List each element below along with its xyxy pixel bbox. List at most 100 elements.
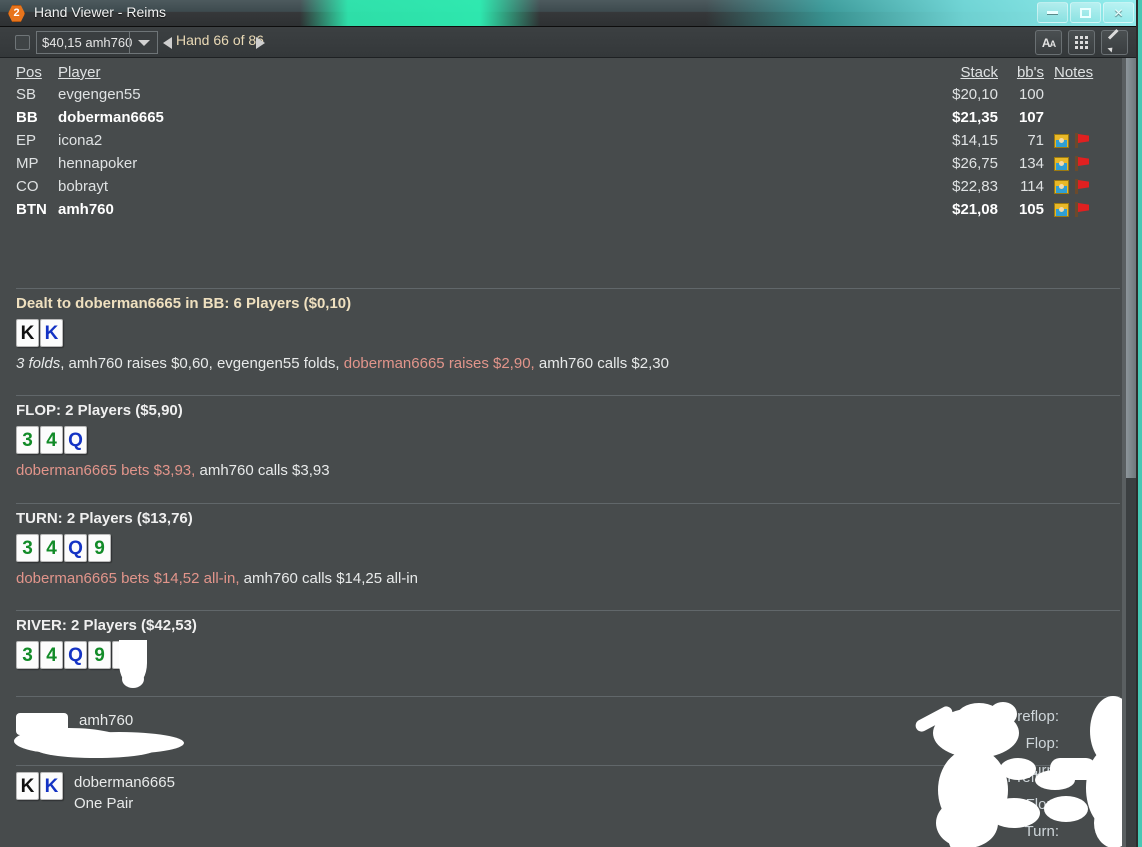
card: 4 bbox=[40, 641, 63, 669]
preflop-action-mid: , amh760 raises $0,60, evgengen55 folds, bbox=[60, 355, 344, 372]
card: K bbox=[16, 319, 39, 347]
card: 4 bbox=[40, 534, 63, 562]
card: 3 bbox=[16, 641, 39, 669]
hand-counter-label: Hand 66 of 86 bbox=[176, 32, 264, 48]
previous-hand-button[interactable] bbox=[163, 37, 172, 49]
header-pos[interactable]: Pos bbox=[16, 64, 58, 81]
flop-action-post: amh760 calls $3,93 bbox=[195, 462, 330, 479]
card: Q bbox=[64, 641, 87, 669]
toolbar-actions: AA bbox=[1035, 30, 1128, 55]
preflop-folds: 3 folds bbox=[16, 355, 61, 372]
maximize-button[interactable] bbox=[1070, 2, 1101, 23]
turn-hero-action: doberman6665 bets $14,52 all-in, bbox=[16, 570, 240, 587]
player-notes bbox=[1046, 133, 1102, 148]
vertical-scrollbar[interactable] bbox=[1126, 58, 1136, 847]
titlebar-green-glow bbox=[300, 0, 540, 26]
flop-cards: 3 4 Q bbox=[16, 426, 330, 454]
player-stack: $22,83 bbox=[952, 178, 998, 195]
player-flag-icon[interactable] bbox=[1074, 202, 1090, 217]
player-note-icon[interactable] bbox=[1054, 133, 1069, 148]
player-bb: 105 bbox=[1018, 201, 1044, 218]
card: Q bbox=[64, 534, 87, 562]
table-row[interactable]: BB doberman6665 $21,35 107 bbox=[16, 106, 1120, 129]
player-bb: 100 bbox=[1018, 86, 1044, 103]
player-note-icon[interactable] bbox=[1054, 179, 1069, 194]
player-note-icon[interactable] bbox=[1054, 156, 1069, 171]
minimize-button[interactable] bbox=[1037, 2, 1068, 23]
player-name: evgengen55 bbox=[58, 86, 141, 103]
player-flag-icon[interactable] bbox=[1074, 156, 1090, 171]
toolbar: $40,15 amh760 Hand 66 of 86 AA bbox=[0, 27, 1136, 58]
street-river: RIVER: 2 Players ($42,53) 3 4 Q 9 bbox=[16, 617, 197, 669]
table-row[interactable]: CO bobrayt $22,83 114 bbox=[16, 175, 1120, 198]
edit-note-button[interactable] bbox=[1101, 30, 1128, 55]
chevron-down-icon bbox=[137, 39, 150, 46]
player-flag-icon[interactable] bbox=[1074, 179, 1090, 194]
scrollbar-thumb[interactable] bbox=[1126, 58, 1136, 478]
player-pos: BTN bbox=[16, 201, 47, 218]
turn-cards: 3 4 Q 9 bbox=[16, 534, 418, 562]
window-titlebar[interactable]: 2 Hand Viewer - Reims ✕ bbox=[0, 0, 1136, 27]
redaction-mark-stats-7 bbox=[989, 702, 1017, 726]
turn-title: TURN: 2 Players ($13,76) bbox=[16, 510, 193, 527]
header-player[interactable]: Player bbox=[58, 64, 910, 81]
flop-title: FLOP: 2 Players ($5,90) bbox=[16, 402, 183, 419]
players-table: Pos Player Stack bb's Notes SB evgengen5… bbox=[16, 62, 1120, 221]
table-row[interactable]: SB evgengen55 $20,10 100 bbox=[16, 83, 1120, 106]
divider-showdown bbox=[16, 696, 1120, 697]
table-row[interactable]: BTN amh760 $21,08 105 bbox=[16, 198, 1120, 221]
table-row[interactable]: EP icona2 $14,15 71 bbox=[16, 129, 1120, 152]
player-name: icona2 bbox=[58, 132, 103, 149]
hand-select-combobox[interactable]: $40,15 amh760 bbox=[36, 31, 158, 54]
card: Q bbox=[64, 426, 87, 454]
player-stack: $26,75 bbox=[952, 155, 998, 172]
hand-history-content: Pos Player Stack bb's Notes SB evgengen5… bbox=[0, 58, 1136, 847]
redaction-mark-bottom-stray bbox=[956, 836, 970, 847]
app-badge-icon: 2 bbox=[8, 5, 25, 22]
player-pos: SB bbox=[16, 86, 37, 103]
redaction-mark-stats-5 bbox=[988, 798, 1040, 828]
divider-preflop bbox=[16, 288, 1120, 289]
card: 4 bbox=[40, 426, 63, 454]
font-size-icon: AA bbox=[1041, 35, 1056, 50]
player-notes bbox=[1046, 179, 1102, 194]
card: K bbox=[40, 319, 63, 347]
next-hand-button[interactable] bbox=[256, 37, 265, 49]
player-stack: $21,35 bbox=[952, 109, 998, 126]
hand-select-dropdown-button[interactable] bbox=[129, 32, 157, 53]
redaction-mark-right-5 bbox=[1035, 770, 1075, 790]
street-flop: FLOP: 2 Players ($5,90) 3 4 Q doberman66… bbox=[16, 402, 330, 479]
hand-viewer-window: 2 Hand Viewer - Reims ✕ $40,15 amh760 Ha… bbox=[0, 0, 1136, 847]
player-note-icon[interactable] bbox=[1054, 202, 1069, 217]
player-pos: BB bbox=[16, 109, 38, 126]
player-stack: $21,08 bbox=[952, 201, 998, 218]
desktop-right-edge bbox=[1136, 0, 1142, 847]
table-row[interactable]: MP hennapoker $26,75 134 bbox=[16, 152, 1120, 175]
preflop-hero-action: doberman6665 raises $2,90, bbox=[343, 355, 535, 372]
header-stack[interactable]: Stack bbox=[910, 64, 998, 81]
close-button[interactable]: ✕ bbox=[1103, 2, 1134, 23]
player-stack: $20,10 bbox=[952, 86, 998, 103]
showdown-hero-name: doberman6665 bbox=[74, 774, 175, 791]
card: 9 bbox=[88, 641, 111, 669]
font-size-button[interactable]: AA bbox=[1035, 30, 1062, 55]
card: K bbox=[40, 772, 63, 800]
preflop-action-post: amh760 calls $2,30 bbox=[534, 355, 669, 372]
select-hand-checkbox[interactable] bbox=[15, 35, 30, 50]
player-name: hennapoker bbox=[58, 155, 138, 172]
player-flag-icon[interactable] bbox=[1074, 133, 1090, 148]
grid-view-button[interactable] bbox=[1068, 30, 1095, 55]
turn-actions: doberman6665 bets $14,52 all-in, amh760 … bbox=[16, 570, 418, 587]
card: 9 bbox=[88, 534, 111, 562]
player-bb: 114 bbox=[1020, 178, 1044, 195]
player-pos: EP bbox=[16, 132, 37, 149]
card: 3 bbox=[16, 426, 39, 454]
players-table-header: Pos Player Stack bb's Notes bbox=[16, 62, 1120, 83]
player-name: doberman6665 bbox=[58, 109, 164, 126]
player-bb: 134 bbox=[1018, 155, 1044, 172]
header-notes[interactable]: Notes bbox=[1046, 64, 1102, 81]
player-pos: MP bbox=[16, 155, 39, 172]
header-bb[interactable]: bb's bbox=[998, 64, 1046, 81]
river-title: RIVER: 2 Players ($42,53) bbox=[16, 617, 197, 634]
redaction-mark-stats-9 bbox=[1000, 758, 1036, 780]
